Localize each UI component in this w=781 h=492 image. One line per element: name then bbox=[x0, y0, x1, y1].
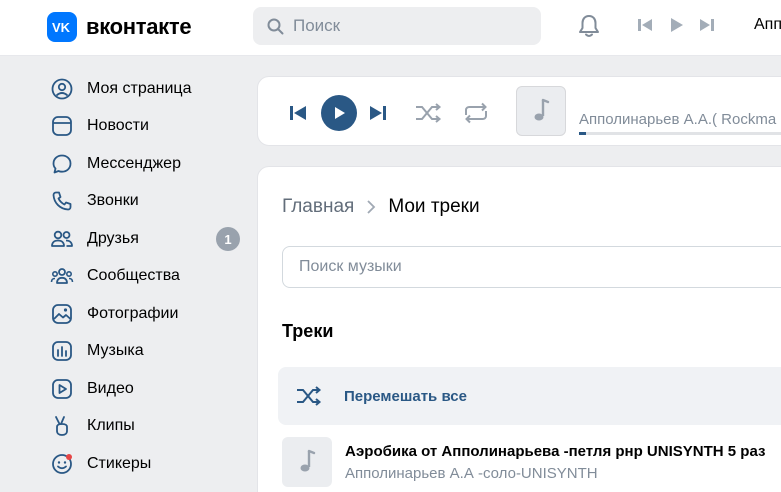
sidebar-item-news[interactable]: Новости bbox=[40, 108, 250, 146]
sidebar-item-calls[interactable]: Звонки bbox=[40, 183, 250, 221]
music-icon bbox=[50, 339, 74, 363]
logo-text: вконтакте bbox=[86, 14, 192, 39]
play-button[interactable] bbox=[321, 95, 357, 131]
header-now-playing[interactable]: Апп bbox=[754, 16, 781, 34]
friends-count-badge: 1 bbox=[216, 227, 240, 251]
sidebar-nav: Моя страница Новости Мессенджер Звонки Д… bbox=[40, 70, 250, 483]
search-icon bbox=[267, 18, 284, 34]
clips-icon bbox=[50, 414, 74, 438]
photo-icon bbox=[50, 302, 74, 326]
search-placeholder: Поиск bbox=[293, 16, 341, 35]
music-page-card: Главная Мои треки Поиск музыки Треки Пер… bbox=[257, 166, 781, 492]
breadcrumb-home-link[interactable]: Главная bbox=[282, 196, 354, 218]
play-icon[interactable] bbox=[668, 17, 684, 33]
shuffle-all-label: Перемешать все bbox=[344, 387, 467, 405]
shuffle-icon bbox=[297, 386, 322, 406]
sidebar-item-label: Новости bbox=[87, 117, 149, 135]
sidebar-item-video[interactable]: Видео bbox=[40, 370, 250, 408]
news-icon bbox=[50, 114, 74, 138]
audio-player: Апполинарьев А.А.( Rockma bbox=[257, 76, 781, 146]
global-search-input[interactable]: Поиск bbox=[253, 7, 541, 45]
current-track-artist[interactable]: Апполинарьев А.А.( Rockma bbox=[579, 111, 776, 128]
sidebar-item-label: Фотографии bbox=[87, 304, 179, 322]
message-icon bbox=[50, 152, 74, 176]
next-track-button[interactable] bbox=[368, 95, 388, 131]
header-player-controls bbox=[636, 17, 716, 33]
next-track-icon bbox=[370, 106, 386, 120]
music-search-input[interactable]: Поиск музыки bbox=[282, 246, 781, 288]
phone-icon bbox=[50, 189, 74, 213]
notifications-bell-icon[interactable] bbox=[576, 13, 602, 44]
sidebar-item-my-page[interactable]: Моя страница bbox=[40, 70, 250, 108]
playback-progress-bar[interactable] bbox=[579, 132, 781, 135]
previous-track-button[interactable] bbox=[288, 95, 308, 131]
sidebar-item-label: Друзья bbox=[87, 229, 139, 247]
playback-progress-fill bbox=[579, 132, 586, 135]
sidebar-item-friends[interactable]: Друзья 1 bbox=[40, 220, 250, 258]
music-search-placeholder: Поиск музыки bbox=[299, 258, 402, 275]
breadcrumb: Главная Мои треки bbox=[282, 196, 480, 218]
sidebar-item-music[interactable]: Музыка bbox=[40, 333, 250, 371]
sidebar-item-label: Моя страница bbox=[87, 79, 192, 97]
previous-track-icon bbox=[290, 106, 306, 120]
sidebar-item-stickers[interactable]: Стикеры bbox=[40, 445, 250, 483]
sidebar-item-communities[interactable]: Сообщества bbox=[40, 258, 250, 296]
user-circle-icon bbox=[50, 77, 74, 101]
next-track-icon[interactable] bbox=[698, 17, 716, 33]
vk-logo[interactable]: VK вконтакте bbox=[47, 12, 192, 42]
sidebar-item-label: Стикеры bbox=[87, 454, 152, 472]
top-header: VK вконтакте Поиск Апп bbox=[0, 0, 781, 56]
repeat-button[interactable] bbox=[462, 95, 490, 131]
music-note-icon bbox=[534, 98, 550, 121]
sidebar-item-photos[interactable]: Фотографии bbox=[40, 295, 250, 333]
tracks-heading: Треки bbox=[282, 321, 334, 341]
repeat-icon bbox=[465, 102, 487, 124]
shuffle-button[interactable] bbox=[414, 95, 442, 131]
current-track-cover bbox=[516, 86, 566, 136]
shuffle-icon bbox=[416, 103, 442, 123]
sidebar-item-label: Клипы bbox=[87, 417, 135, 435]
video-icon bbox=[50, 377, 74, 401]
track-title[interactable]: Аэробика от Апполинарьева -петля pнp UNI… bbox=[345, 443, 765, 460]
communities-icon bbox=[50, 264, 74, 288]
breadcrumb-current: Мои треки bbox=[388, 196, 480, 217]
sidebar-item-label: Сообщества bbox=[87, 267, 180, 285]
sidebar-item-messenger[interactable]: Мессенджер bbox=[40, 145, 250, 183]
chevron-right-icon bbox=[367, 200, 376, 214]
track-cover[interactable] bbox=[282, 437, 332, 487]
friends-icon bbox=[50, 227, 74, 251]
previous-track-icon[interactable] bbox=[636, 17, 654, 33]
sidebar-item-label: Музыка bbox=[87, 342, 144, 360]
sidebar-item-label: Видео bbox=[87, 379, 134, 397]
music-note-icon bbox=[300, 449, 316, 472]
svg-text:VK: VK bbox=[52, 20, 71, 34]
track-row[interactable]: Аэробика от Апполинарьева -петля pнp UNI… bbox=[282, 437, 781, 489]
play-icon bbox=[321, 95, 357, 131]
track-artist[interactable]: Апполинарьев А.А -соло-UNISYNTH bbox=[345, 465, 598, 482]
vk-logo-icon: VK bbox=[47, 12, 77, 42]
sticker-icon bbox=[50, 452, 74, 476]
sidebar-item-label: Мессенджер bbox=[87, 154, 181, 172]
sidebar-item-clips[interactable]: Клипы bbox=[40, 408, 250, 446]
sidebar-item-label: Звонки bbox=[87, 192, 139, 210]
shuffle-all-button[interactable]: Перемешать все bbox=[278, 367, 781, 425]
